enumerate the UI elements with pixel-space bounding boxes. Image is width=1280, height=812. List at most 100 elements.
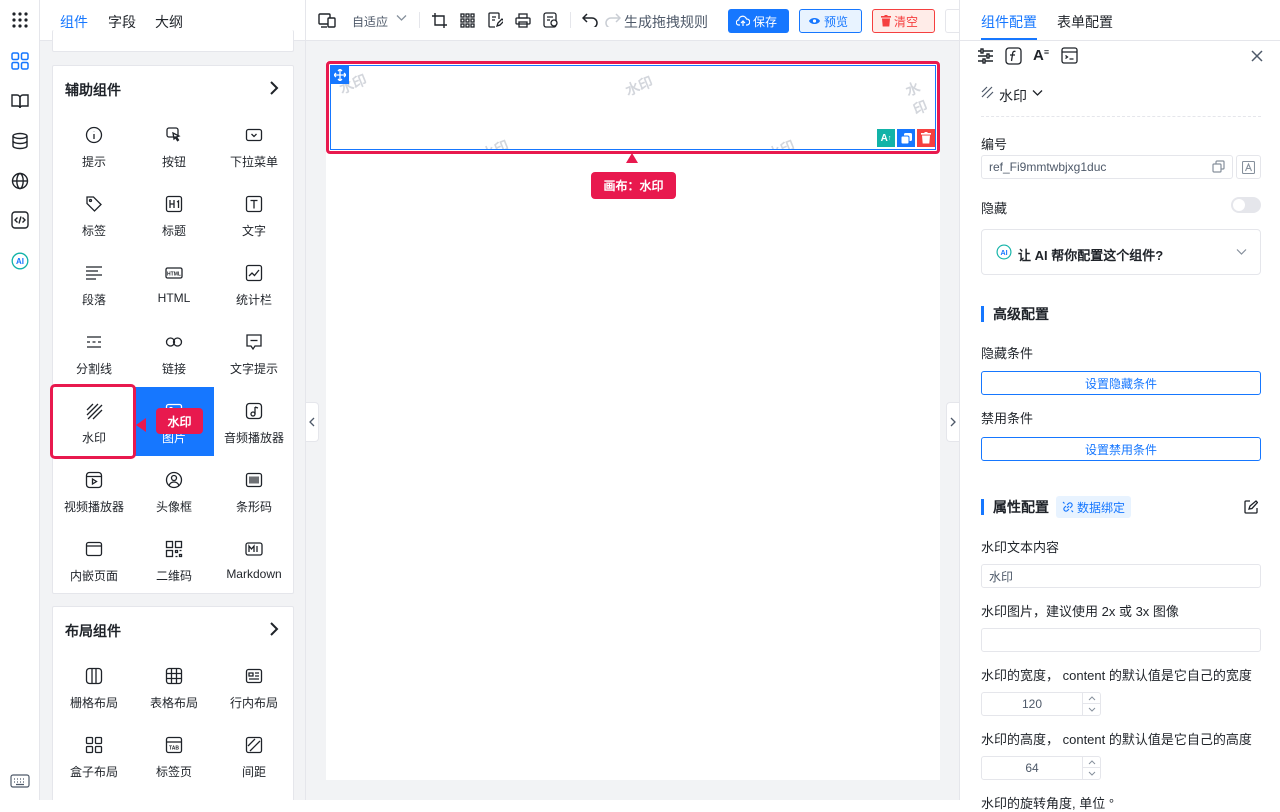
clear-button[interactable]: 清空 (872, 9, 935, 33)
component-item-tabs[interactable]: TAB 标签页 (134, 721, 214, 790)
collapse-left-button[interactable] (306, 402, 319, 442)
ai-icon[interactable]: AI (8, 249, 32, 273)
component-item-label: 文字 (241, 224, 266, 238)
hide-condition-label: 隐藏条件 (981, 346, 1034, 361)
hidden-toggle[interactable] (1231, 197, 1261, 213)
component-item-html[interactable]: HTML HTML (134, 249, 214, 318)
component-item-info[interactable]: 提示 (54, 111, 134, 180)
box-icon (84, 735, 104, 755)
code-icon[interactable] (8, 208, 32, 232)
text-style-icon[interactable]: A≡ (1033, 47, 1049, 64)
chevron-down-icon[interactable] (1082, 768, 1100, 779)
component-item-heading[interactable]: 标题 (134, 180, 214, 249)
watermark-rotate-label: 水印的旋转角度, 单位 ° (981, 796, 1115, 811)
watermark-image-input[interactable] (981, 628, 1261, 652)
book-icon[interactable] (8, 89, 32, 113)
component-item-paragraph[interactable]: 段落 (54, 249, 134, 318)
watermark-content-input[interactable]: 水印 (981, 564, 1261, 588)
preview-button[interactable]: 预览 (799, 9, 862, 33)
generate-rules-button[interactable]: 生成拖拽规则 (624, 12, 708, 32)
tabs-icon: TAB (164, 735, 184, 755)
component-item-dropdown[interactable]: 下拉菜单 (214, 111, 294, 180)
close-icon[interactable] (1251, 50, 1263, 62)
component-panel: 组件 字段 大纲 辅助组件 提示 按钮 下拉菜单 标签 标题 文字 段落 HTML HTML 统计… (40, 0, 306, 800)
component-item-barcode[interactable]: 条形码 (214, 456, 294, 525)
component-item-tooltip[interactable]: 文字提示 (214, 318, 294, 387)
component-item-tag[interactable]: 标签 (54, 180, 134, 249)
undo-icon[interactable] (581, 11, 599, 29)
edit-icon[interactable] (1244, 500, 1258, 514)
width-value: 120 (1021, 697, 1043, 711)
component-item-statistic[interactable]: 统计栏 (214, 249, 294, 318)
toolbar: 自适应 生成拖拽规则 保存 预览 清空 (306, 0, 959, 41)
component-item-inline[interactable]: 行内布局 (214, 652, 294, 721)
copy-icon[interactable] (1212, 160, 1225, 173)
grid-icon (84, 666, 104, 686)
svg-text:TAB: TAB (169, 746, 179, 752)
chevron-down-icon[interactable] (396, 14, 407, 22)
settings-sliders-icon[interactable] (977, 48, 994, 64)
component-item-box[interactable]: 盒子布局 (54, 721, 134, 790)
paragraph-icon (84, 263, 104, 283)
watermark-height-stepper[interactable]: 64 (981, 756, 1101, 780)
hidden-label: 隐藏 (981, 201, 1008, 216)
inline-icon (244, 666, 264, 686)
set-disable-condition-button[interactable]: 设置禁用条件 (981, 437, 1261, 461)
function-icon[interactable] (1005, 47, 1022, 65)
globe-icon[interactable] (8, 169, 32, 193)
watermark-width-stepper[interactable]: 120 (981, 692, 1101, 716)
dropdown-icon (244, 125, 264, 145)
database-icon[interactable] (8, 129, 32, 153)
id-field[interactable]: ref_Fi9mmtwbjxg1duc (981, 155, 1233, 179)
chevron-up-icon[interactable] (1082, 757, 1100, 768)
tab-component-config[interactable]: 组件配置 (981, 12, 1037, 32)
component-type-name[interactable]: 水印 (999, 86, 1027, 106)
text-format-icon[interactable] (1236, 155, 1261, 179)
crop-icon[interactable] (430, 11, 448, 29)
component-item-label: 标签页 (155, 765, 192, 779)
canvas[interactable]: 水印 水印 水印 水印 水印 A ↑ 画布：水印 (326, 61, 940, 780)
component-item-markdown[interactable]: Markdown (214, 525, 294, 594)
edit-doc-icon[interactable] (486, 11, 504, 29)
component-item-text[interactable]: 文字 (214, 180, 294, 249)
left-callout-label: 水印 (156, 408, 203, 434)
tab-form-config[interactable]: 表单配置 (1057, 12, 1113, 32)
component-item-space[interactable]: 间距 (214, 721, 294, 790)
device-select[interactable]: 自适应 (352, 13, 388, 30)
collapse-right-button[interactable] (946, 402, 959, 442)
component-item-link[interactable]: 链接 (134, 318, 214, 387)
chevron-right-icon[interactable] (269, 622, 279, 636)
redo-icon[interactable] (604, 11, 622, 29)
print-icon[interactable] (514, 11, 532, 29)
chevron-up-icon[interactable] (1082, 693, 1100, 704)
tab-fields[interactable]: 字段 (108, 12, 136, 32)
data-binding-button[interactable]: 数据绑定 (1056, 496, 1132, 518)
component-item-table[interactable]: 表格布局 (134, 652, 214, 721)
component-item-video[interactable]: 视频播放器 (54, 456, 134, 525)
chevron-right-icon[interactable] (269, 81, 279, 95)
component-item-grid[interactable]: 栅格布局 (54, 652, 134, 721)
chevron-down-icon[interactable] (1082, 704, 1100, 715)
component-item-button[interactable]: 按钮 (134, 111, 214, 180)
script-icon[interactable] (542, 11, 560, 29)
grid-dots-icon[interactable] (458, 11, 476, 29)
chevron-down-icon[interactable] (1032, 89, 1043, 97)
apps-grid-icon[interactable] (8, 8, 32, 32)
component-item-audio[interactable]: 音频播放器 (214, 387, 294, 456)
set-hide-condition-button[interactable]: 设置隐藏条件 (981, 371, 1261, 395)
ai-assist-panel[interactable]: AI 让 AI 帮你配置这个组件? (981, 229, 1261, 275)
component-item-avatar[interactable]: 头像框 (134, 456, 214, 525)
component-item-divider[interactable]: 分割线 (54, 318, 134, 387)
statistic-icon (244, 263, 264, 283)
component-item-label: 盒子布局 (69, 765, 118, 779)
device-icon[interactable] (318, 11, 336, 29)
save-button[interactable]: 保存 (728, 9, 789, 33)
component-item-iframe[interactable]: 内嵌页面 (54, 525, 134, 594)
component-item-qrcode[interactable]: 二维码 (134, 525, 214, 594)
components-icon[interactable] (8, 49, 32, 73)
keyboard-icon[interactable] (8, 769, 32, 793)
event-code-icon[interactable] (1061, 47, 1078, 64)
tab-components[interactable]: 组件 (60, 12, 88, 32)
more-button-edge[interactable] (945, 9, 959, 33)
tab-outline[interactable]: 大纲 (155, 12, 183, 32)
